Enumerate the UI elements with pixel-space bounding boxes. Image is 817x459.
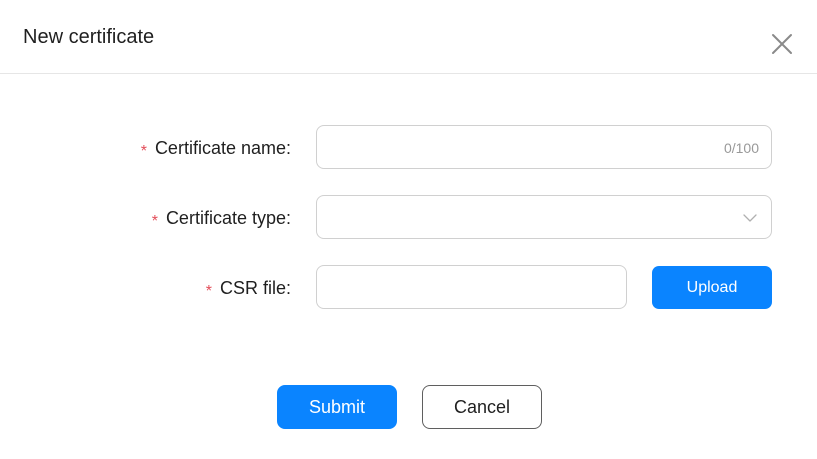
cancel-button[interactable]: Cancel: [422, 385, 542, 429]
certificate-type-label-text: Certificate type:: [165, 208, 291, 228]
csr-file-label-text: CSR file:: [219, 278, 291, 298]
close-icon[interactable]: [770, 32, 794, 56]
csr-file-label: * CSR file:: [206, 265, 291, 311]
character-counter: 0/100: [723, 140, 759, 156]
certificate-name-label: * Certificate name:: [141, 125, 291, 171]
dialog-header: New certificate: [0, 0, 817, 74]
certificate-type-row: * Certificate type:: [0, 195, 817, 241]
dialog-title: New certificate: [23, 26, 155, 48]
certificate-name-label-text: Certificate name:: [154, 138, 291, 158]
certificate-name-field[interactable]: 0/100: [316, 125, 772, 169]
certificate-type-label: * Certificate type:: [152, 195, 291, 241]
submit-button[interactable]: Submit: [277, 385, 397, 429]
required-mark: *: [140, 143, 147, 160]
chevron-down-icon: [743, 211, 757, 225]
csr-file-field[interactable]: [316, 265, 627, 309]
certificate-name-row: * Certificate name: 0/100: [0, 125, 817, 171]
certificate-name-input[interactable]: [317, 126, 725, 168]
upload-button[interactable]: Upload: [652, 266, 772, 309]
new-certificate-dialog: New certificate * Certificate name: 0/100…: [0, 0, 817, 459]
certificate-type-select[interactable]: [316, 195, 772, 239]
required-mark: *: [151, 213, 158, 230]
required-mark: *: [205, 283, 212, 300]
csr-file-row: * CSR file: Upload: [0, 265, 817, 311]
